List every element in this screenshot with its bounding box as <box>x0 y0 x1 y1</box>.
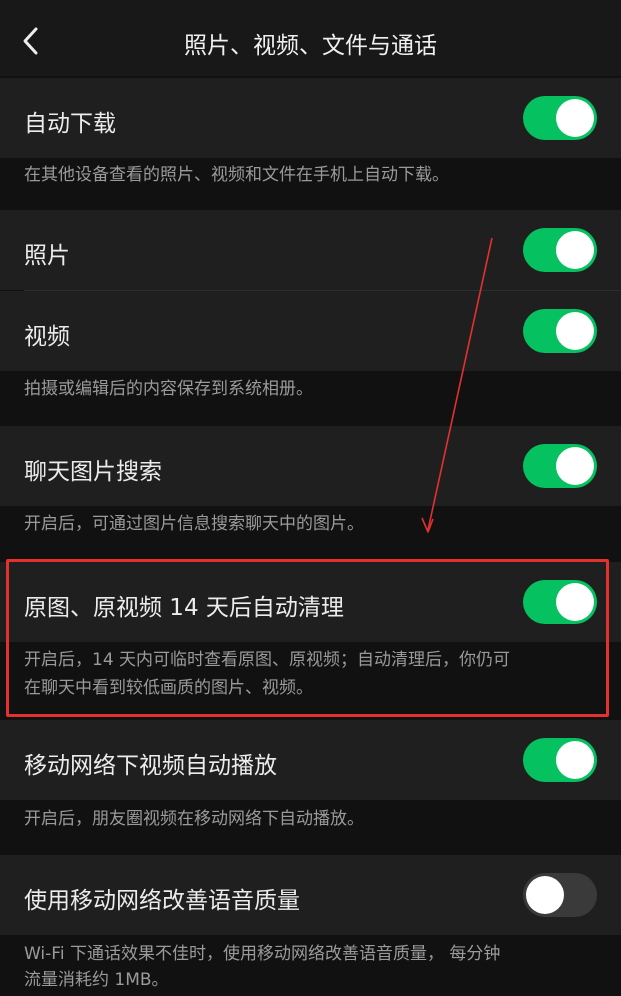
videos-row[interactable]: 视频 <box>0 291 621 371</box>
navigation-bar: 照片、视频、文件与通话 <box>0 0 621 76</box>
toggle-knob <box>526 876 564 914</box>
videos-toggle[interactable] <box>523 309 597 353</box>
photos-toggle[interactable] <box>523 228 597 272</box>
toggle-knob <box>556 741 594 779</box>
voice-quality-row[interactable]: 使用移动网络改善语音质量 <box>0 855 621 935</box>
toggle-knob <box>556 447 594 485</box>
mobile-autoplay-note: 开启后，朋友圈视频在移动网络下自动播放。 <box>24 809 364 829</box>
mobile-autoplay-label: 移动网络下视频自动播放 <box>24 753 277 779</box>
auto-download-row[interactable]: 自动下载 <box>0 78 621 158</box>
chat-image-search-note: 开启后，可通过图片信息搜索聊天中的图片。 <box>24 514 364 534</box>
toggle-knob <box>556 312 594 350</box>
voice-quality-note-line-1: Wi-Fi 下通话效果不佳时，使用移动网络改善语音质量， 每分钟 <box>24 944 501 964</box>
save-to-album-note: 拍摄或编辑后的内容保存到系统相册。 <box>24 379 313 399</box>
chat-image-search-row[interactable]: 聊天图片搜索 <box>0 426 621 506</box>
voice-quality-toggle[interactable] <box>523 873 597 917</box>
mobile-autoplay-toggle[interactable] <box>523 738 597 782</box>
auto-download-note: 在其他设备查看的照片、视频和文件在手机上自动下载。 <box>24 165 449 185</box>
auto-download-toggle[interactable] <box>523 96 597 140</box>
photos-row[interactable]: 照片 <box>0 210 621 290</box>
toggle-knob <box>556 231 594 269</box>
highlight-box <box>6 559 609 717</box>
videos-label: 视频 <box>24 324 70 350</box>
mobile-autoplay-row[interactable]: 移动网络下视频自动播放 <box>0 720 621 800</box>
page-title: 照片、视频、文件与通话 <box>184 33 437 59</box>
photos-label: 照片 <box>24 243 70 269</box>
voice-quality-note-line-2: 流量消耗约 1MB。 <box>24 970 169 990</box>
chat-image-search-toggle[interactable] <box>523 444 597 488</box>
chat-image-search-label: 聊天图片搜索 <box>24 459 162 485</box>
toggle-knob <box>556 99 594 137</box>
auto-download-label: 自动下载 <box>24 111 116 137</box>
voice-quality-label: 使用移动网络改善语音质量 <box>24 888 300 914</box>
